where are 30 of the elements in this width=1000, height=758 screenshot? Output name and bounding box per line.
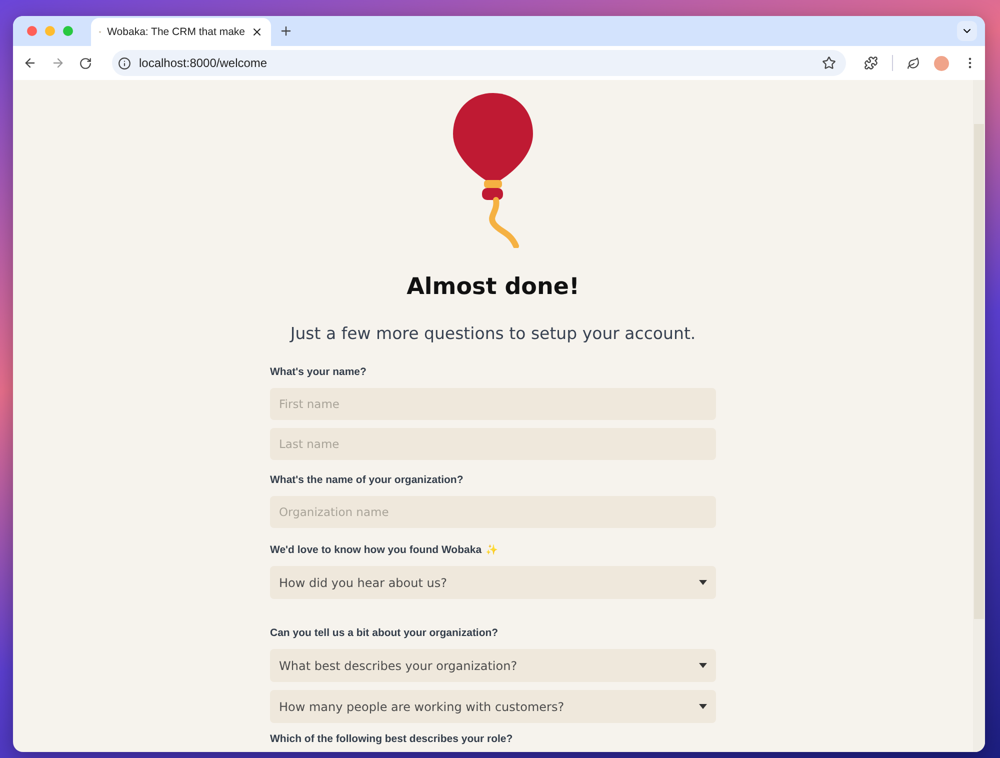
close-tab-icon[interactable] <box>251 26 263 38</box>
page-heading: Almost done! <box>406 273 580 302</box>
field-label: Can you tell us a bit about your organization? <box>270 626 498 641</box>
info-icon[interactable] <box>118 56 131 70</box>
caret-icon <box>699 580 707 585</box>
page-subtitle: Just a few more questions to setup your account. <box>290 323 696 345</box>
field-label: What's your name? <box>270 365 366 380</box>
tab-search-button[interactable] <box>957 21 977 41</box>
caret-icon <box>699 704 707 709</box>
dropdown[interactable]: What best describes your organization? <box>270 649 716 682</box>
caret-icon <box>699 663 707 668</box>
field-label: Which of the following best describes your role? <box>270 732 513 747</box>
reload-icon[interactable] <box>79 56 92 70</box>
puzzle-icon[interactable] <box>864 56 878 70</box>
forward-icon[interactable] <box>51 56 65 70</box>
address-bar[interactable]: localhost:8000/welcome <box>112 50 846 76</box>
browser-tab[interactable]: Wobaka: The CRM that make <box>91 18 271 46</box>
field-label: What's the name of your organization? <box>270 473 464 488</box>
dropdown[interactable]: How many people are working with customers? <box>270 690 716 723</box>
back-icon[interactable] <box>23 56 37 70</box>
scrollbar[interactable] <box>973 80 985 752</box>
sparkle-icon: ✨ <box>486 544 498 556</box>
text-field[interactable]: Last name <box>270 428 716 460</box>
new-tab-icon[interactable] <box>279 24 293 38</box>
field-label: We'd love to know how you found Wobaka <box>270 543 482 558</box>
star-icon[interactable] <box>822 56 836 70</box>
dropdown[interactable]: How did you hear about us? <box>270 566 716 599</box>
text-field[interactable]: Organization name <box>270 496 716 528</box>
text-field[interactable]: First name <box>270 388 716 420</box>
leaf-icon[interactable] <box>907 56 920 70</box>
